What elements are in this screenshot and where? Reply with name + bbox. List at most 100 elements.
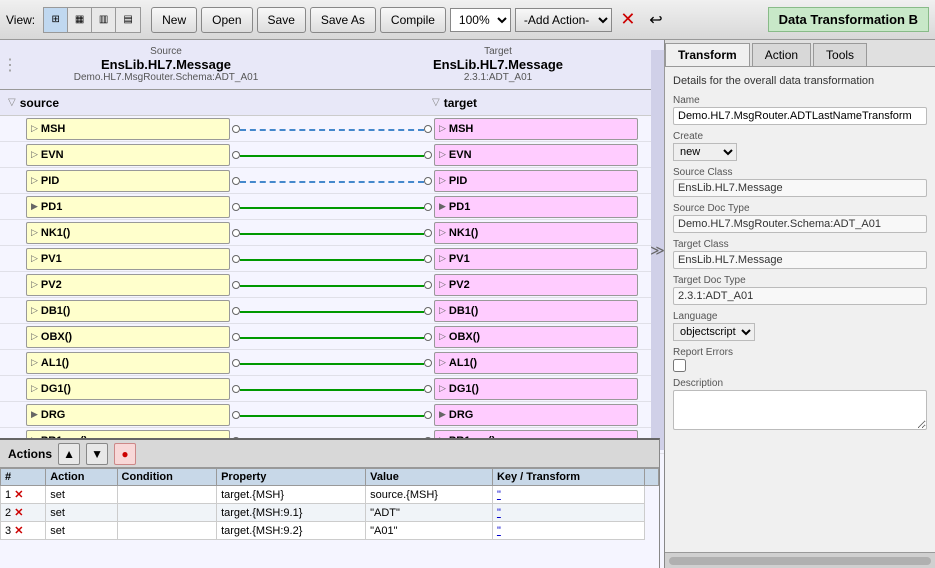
save-button[interactable]: Save	[257, 7, 306, 33]
source-field-box[interactable]: ▷EVN	[26, 144, 230, 166]
view-btn-4[interactable]: ▤	[116, 8, 140, 32]
view-btn-1[interactable]: ⊞	[44, 8, 68, 32]
target-field-box[interactable]: ▷DB1()	[434, 300, 638, 322]
action-delete-x[interactable]: ✕	[14, 525, 23, 537]
source-field-box[interactable]: ▷PID	[26, 170, 230, 192]
report-errors-checkbox[interactable]	[673, 359, 686, 372]
right-connector-circle	[424, 203, 432, 211]
close-button[interactable]: ✕	[616, 8, 640, 32]
tab-tools[interactable]: Tools	[813, 43, 867, 66]
toolbar: View: ⊞ ▦ ▥ ▤ New Open Save Save As Comp…	[0, 0, 935, 40]
horizontal-scrollbar-thumb[interactable]	[669, 557, 931, 565]
target-field-box[interactable]: ▷EVN	[434, 144, 638, 166]
action-num: 1 ✕	[1, 486, 46, 504]
source-field-box[interactable]: ▷PV1	[26, 248, 230, 270]
new-button[interactable]: New	[151, 7, 197, 33]
undo-button[interactable]: ↩	[644, 8, 668, 32]
source-field-box[interactable]: ▷DB1()	[26, 300, 230, 322]
bottom-panel: Actions ▲ ▼ ● # Action Condition Propert…	[0, 438, 660, 568]
key-link[interactable]: "	[497, 525, 501, 537]
action-down-button[interactable]: ▼	[86, 443, 108, 465]
right-connector-circle	[424, 281, 432, 289]
target-field-box[interactable]: ▶DRG	[434, 404, 638, 426]
target-field-box[interactable]: ▷PV1	[434, 248, 638, 270]
target-field-cell: ▶DRG	[432, 403, 664, 427]
field-row: ▷PV1 ▷PV1	[0, 246, 664, 272]
source-header: Source EnsLib.HL7.Message Demo.HL7.MsgRo…	[20, 46, 312, 83]
connector-cell	[232, 272, 432, 298]
tab-action[interactable]: Action	[752, 43, 811, 66]
col-action: Action	[46, 469, 117, 486]
target-field-box[interactable]: ▷AL1()	[434, 352, 638, 374]
action-value: "ADT"	[366, 504, 493, 522]
source-doc-type-value: Demo.HL7.MsgRouter.Schema:ADT_A01	[673, 215, 927, 233]
target-field-box[interactable]: ▷MSH	[434, 118, 638, 140]
name-input[interactable]	[673, 107, 927, 125]
open-button[interactable]: Open	[201, 7, 252, 33]
action-row[interactable]: 1 ✕settarget.{MSH}source.{MSH}"	[1, 486, 659, 504]
target-field-box[interactable]: ▷DG1()	[434, 378, 638, 400]
connector-cell	[232, 350, 432, 376]
right-connector-circle	[424, 333, 432, 341]
left-connector-circle	[232, 203, 240, 211]
action-key[interactable]: "	[492, 486, 644, 504]
target-field-box[interactable]: ▷NK1()	[434, 222, 638, 244]
key-link[interactable]: "	[497, 507, 501, 519]
source-field-box[interactable]: ▷AL1()	[26, 352, 230, 374]
action-key[interactable]: "	[492, 522, 644, 540]
source-doc-type-field-row: Source Doc Type Demo.HL7.MsgRouter.Schem…	[673, 203, 927, 233]
source-field-box[interactable]: ▷NK1()	[26, 222, 230, 244]
view-btn-2[interactable]: ▦	[68, 8, 92, 32]
create-select[interactable]: new existing	[673, 143, 737, 161]
action-key[interactable]: "	[492, 504, 644, 522]
compile-button[interactable]: Compile	[380, 7, 446, 33]
source-field-box[interactable]: ▷OBX()	[26, 326, 230, 348]
window-title: Data Transformation B	[779, 12, 918, 27]
zoom-select[interactable]: 100% 75% 50% 125%	[450, 8, 511, 32]
tabs-header: Transform Action Tools	[665, 40, 935, 67]
field-row: ▷PV2 ▷PV2	[0, 272, 664, 298]
tab-transform[interactable]: Transform	[665, 43, 750, 66]
right-connector-circle	[424, 359, 432, 367]
connector-cell	[232, 220, 432, 246]
action-up-button[interactable]: ▲	[58, 443, 80, 465]
source-field-box[interactable]: ▷MSH	[26, 118, 230, 140]
source-field-box[interactable]: ▶DRG	[26, 404, 230, 426]
key-link[interactable]: "	[497, 489, 501, 501]
target-field-cell: ▷PV1	[432, 247, 664, 271]
action-num: 3 ✕	[1, 522, 46, 540]
target-field-box[interactable]: ▶PD1	[434, 196, 638, 218]
left-connector-circle	[232, 255, 240, 263]
connector-cell	[232, 298, 432, 324]
action-condition	[117, 522, 217, 540]
field-row: ▷AL1() ▷AL1()	[0, 350, 664, 376]
report-errors-label: Report Errors	[673, 347, 927, 358]
action-delete-x[interactable]: ✕	[14, 507, 23, 519]
action-row[interactable]: 3 ✕settarget.{MSH:9.2}"A01""	[1, 522, 659, 540]
description-textarea[interactable]	[673, 390, 927, 430]
add-action-select[interactable]: -Add Action- set if foreach	[515, 8, 612, 32]
target-field-box[interactable]: ▷PID	[434, 170, 638, 192]
language-select[interactable]: objectscript basic	[673, 323, 755, 341]
collapse-handle[interactable]: ≫	[651, 50, 665, 450]
target-field-box[interactable]: ▷PV2	[434, 274, 638, 296]
action-delete-x[interactable]: ✕	[14, 489, 23, 501]
action-delete-button[interactable]: ●	[114, 443, 136, 465]
view-btn-3[interactable]: ▥	[92, 8, 116, 32]
target-doc-type-field-row: Target Doc Type 2.3.1:ADT_A01	[673, 275, 927, 305]
source-field-box[interactable]: ▷DG1()	[26, 378, 230, 400]
panel-description: Details for the overall data transformat…	[673, 75, 927, 87]
actions-table-wrap[interactable]: # Action Condition Property Value Key / …	[0, 468, 659, 540]
connection-line	[240, 389, 424, 391]
target-field-box[interactable]: ▷OBX()	[434, 326, 638, 348]
source-root-label: source	[20, 96, 59, 110]
left-drag-handle[interactable]: ⋮	[0, 55, 20, 75]
source-doc-type-label: Source Doc Type	[673, 203, 927, 214]
right-panel-scrollbar[interactable]	[665, 552, 935, 568]
action-row[interactable]: 2 ✕settarget.{MSH:9.1}"ADT""	[1, 504, 659, 522]
source-field-box[interactable]: ▶PD1	[26, 196, 230, 218]
save-as-button[interactable]: Save As	[310, 7, 376, 33]
field-row: ▷DB1() ▷DB1()	[0, 298, 664, 324]
connection-line	[240, 337, 424, 339]
source-field-box[interactable]: ▷PV2	[26, 274, 230, 296]
